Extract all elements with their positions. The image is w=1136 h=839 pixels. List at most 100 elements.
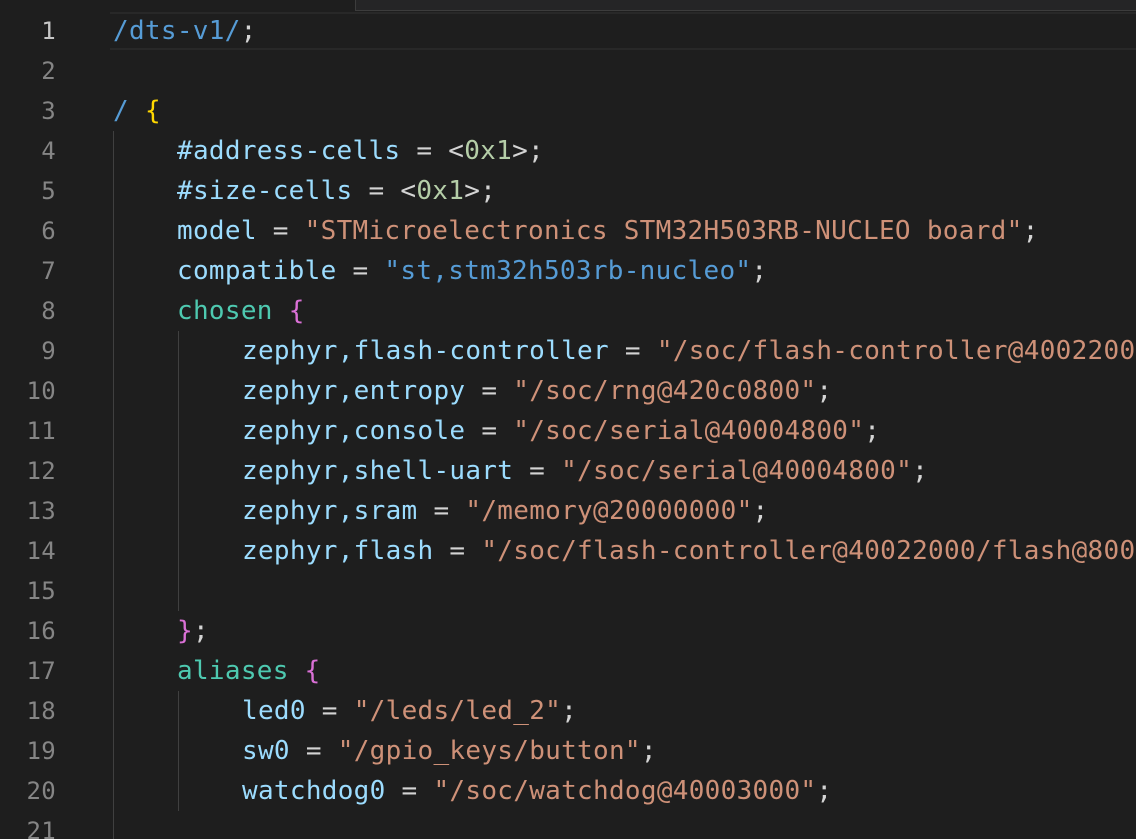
property-name: zephyr,entropy	[242, 376, 466, 406]
semicolon: ;	[816, 376, 833, 406]
string-value: "/memory@20000000"	[465, 496, 753, 526]
semicolon: ;	[912, 456, 929, 486]
code-line-20[interactable]: watchdog0 = "/soc/watchdog@40003000";	[242, 771, 832, 811]
equals: =	[289, 736, 338, 766]
code-line-3[interactable]: / {	[113, 91, 161, 131]
code-editor[interactable]: 1 2 3 4 5 6 7 8 9 10 11 12 13 14 15 16 1…	[0, 0, 1136, 839]
code-line-5[interactable]: #size-cells = <0x1>;	[177, 171, 496, 211]
open-brace: {	[288, 296, 305, 326]
line-number: 20	[26, 777, 56, 805]
close-brace: }	[177, 616, 193, 646]
line-number: 14	[26, 537, 56, 565]
property-name: watchdog0	[242, 776, 386, 806]
line-number: 13	[26, 497, 56, 525]
property-name: zephyr,flash	[242, 536, 434, 566]
code-line-18[interactable]: led0 = "/leds/led_2";	[242, 691, 577, 731]
equals: =	[385, 776, 434, 806]
line-number: 10	[26, 377, 56, 405]
line-number: 18	[26, 697, 56, 725]
semicolon: ;	[751, 256, 768, 286]
code-line-7[interactable]: compatible = "st,stm32h503rb-nucleo";	[177, 251, 767, 291]
indent-guide	[178, 691, 179, 811]
line-number: 12	[26, 457, 56, 485]
code-line-19[interactable]: sw0 = "/gpio_keys/button";	[242, 731, 657, 771]
property-name: zephyr,console	[242, 416, 466, 446]
code-line-10[interactable]: zephyr,entropy = "/soc/rng@420c0800";	[242, 371, 832, 411]
property-name: compatible	[177, 256, 337, 286]
semicolon: ;	[816, 776, 833, 806]
semicolon: ;	[1022, 216, 1039, 246]
code-line-17[interactable]: aliases {	[177, 651, 321, 691]
line-number: 15	[26, 577, 56, 605]
code-line-4[interactable]: #address-cells = <0x1>;	[177, 131, 544, 171]
equals: =	[352, 176, 401, 206]
string-value: "st,stm32h503rb-nucleo"	[384, 256, 752, 286]
equals: =	[433, 536, 482, 566]
equals: =	[513, 456, 562, 486]
node-name: chosen	[177, 296, 273, 326]
line-number: 21	[26, 817, 56, 839]
semicolon: ;	[240, 16, 257, 46]
property-name: zephyr,shell-uart	[242, 456, 514, 486]
line-number: 2	[41, 57, 56, 85]
property-name: led0	[242, 696, 306, 726]
code-line-1[interactable]: /dts-v1/;	[113, 11, 257, 51]
line-number: 6	[41, 217, 56, 245]
string-value: "/soc/rng@420c0800"	[513, 376, 817, 406]
semicolon: ;	[640, 736, 657, 766]
indent-guide	[178, 331, 179, 611]
node-name: aliases	[177, 656, 289, 686]
equals: =	[417, 496, 466, 526]
property-name: #address-cells	[177, 136, 401, 166]
string-value: "/soc/serial@40004800"	[513, 416, 865, 446]
angle-close: >;	[464, 176, 497, 206]
string-value: "/soc/serial@40004800"	[561, 456, 913, 486]
line-number-gutter: 1 2 3 4 5 6 7 8 9 10 11 12 13 14 15 16 1…	[0, 0, 80, 839]
line-number: 17	[26, 657, 56, 685]
code-line-11[interactable]: zephyr,console = "/soc/serial@40004800";	[242, 411, 880, 451]
number-value: 0x1	[464, 136, 513, 166]
line-number: 11	[26, 417, 56, 445]
line-number: 1	[41, 17, 56, 45]
code-line-13[interactable]: zephyr,sram = "/memory@20000000";	[242, 491, 769, 531]
editor-tab-strip	[355, 0, 1136, 11]
equals: =	[608, 336, 657, 366]
semicolon: ;	[192, 616, 209, 646]
line-number: 3	[41, 97, 56, 125]
line-number: 5	[41, 177, 56, 205]
code-line-14[interactable]: zephyr,flash = "/soc/flash-controller@40…	[242, 531, 1136, 571]
semicolon: ;	[561, 696, 578, 726]
property-name: model	[177, 216, 257, 246]
indent-guide	[113, 131, 114, 839]
dts-version-directive: /dts-v1/	[113, 16, 241, 46]
property-name: #size-cells	[177, 176, 353, 206]
property-name: zephyr,flash-controller	[242, 336, 609, 366]
line-number: 16	[26, 617, 56, 645]
string-value: "/soc/flash-controller@40022000/flash@80…	[481, 536, 1136, 566]
code-line-8[interactable]: chosen {	[177, 291, 305, 331]
current-line-highlight	[110, 12, 1136, 50]
string-value: "/leds/led_2"	[353, 696, 562, 726]
equals: =	[305, 696, 354, 726]
line-number: 9	[41, 337, 56, 365]
angle-close: >;	[512, 136, 544, 166]
semicolon: ;	[864, 416, 881, 446]
equals: =	[256, 216, 305, 246]
string-value: "STMicroelectronics STM32H503RB-NUCLEO b…	[304, 216, 1023, 246]
string-value: "/gpio_keys/button"	[337, 736, 641, 766]
number-value: 0x1	[416, 176, 465, 206]
line-number: 7	[41, 257, 56, 285]
code-line-9[interactable]: zephyr,flash-controller = "/soc/flash-co…	[242, 331, 1136, 371]
equals: =	[400, 136, 449, 166]
string-value: "/soc/flash-controller@40022000"	[656, 336, 1136, 366]
property-name: sw0	[242, 736, 290, 766]
line-number: 19	[26, 737, 56, 765]
line-number: 8	[41, 297, 56, 325]
code-line-16[interactable]: };	[177, 611, 209, 651]
property-name: zephyr,sram	[242, 496, 418, 526]
line-number: 4	[41, 137, 56, 165]
code-line-12[interactable]: zephyr,shell-uart = "/soc/serial@4000480…	[242, 451, 928, 491]
angle-open: <	[400, 176, 417, 206]
code-line-6[interactable]: model = "STMicroelectronics STM32H503RB-…	[177, 211, 1039, 251]
semicolon: ;	[752, 496, 769, 526]
